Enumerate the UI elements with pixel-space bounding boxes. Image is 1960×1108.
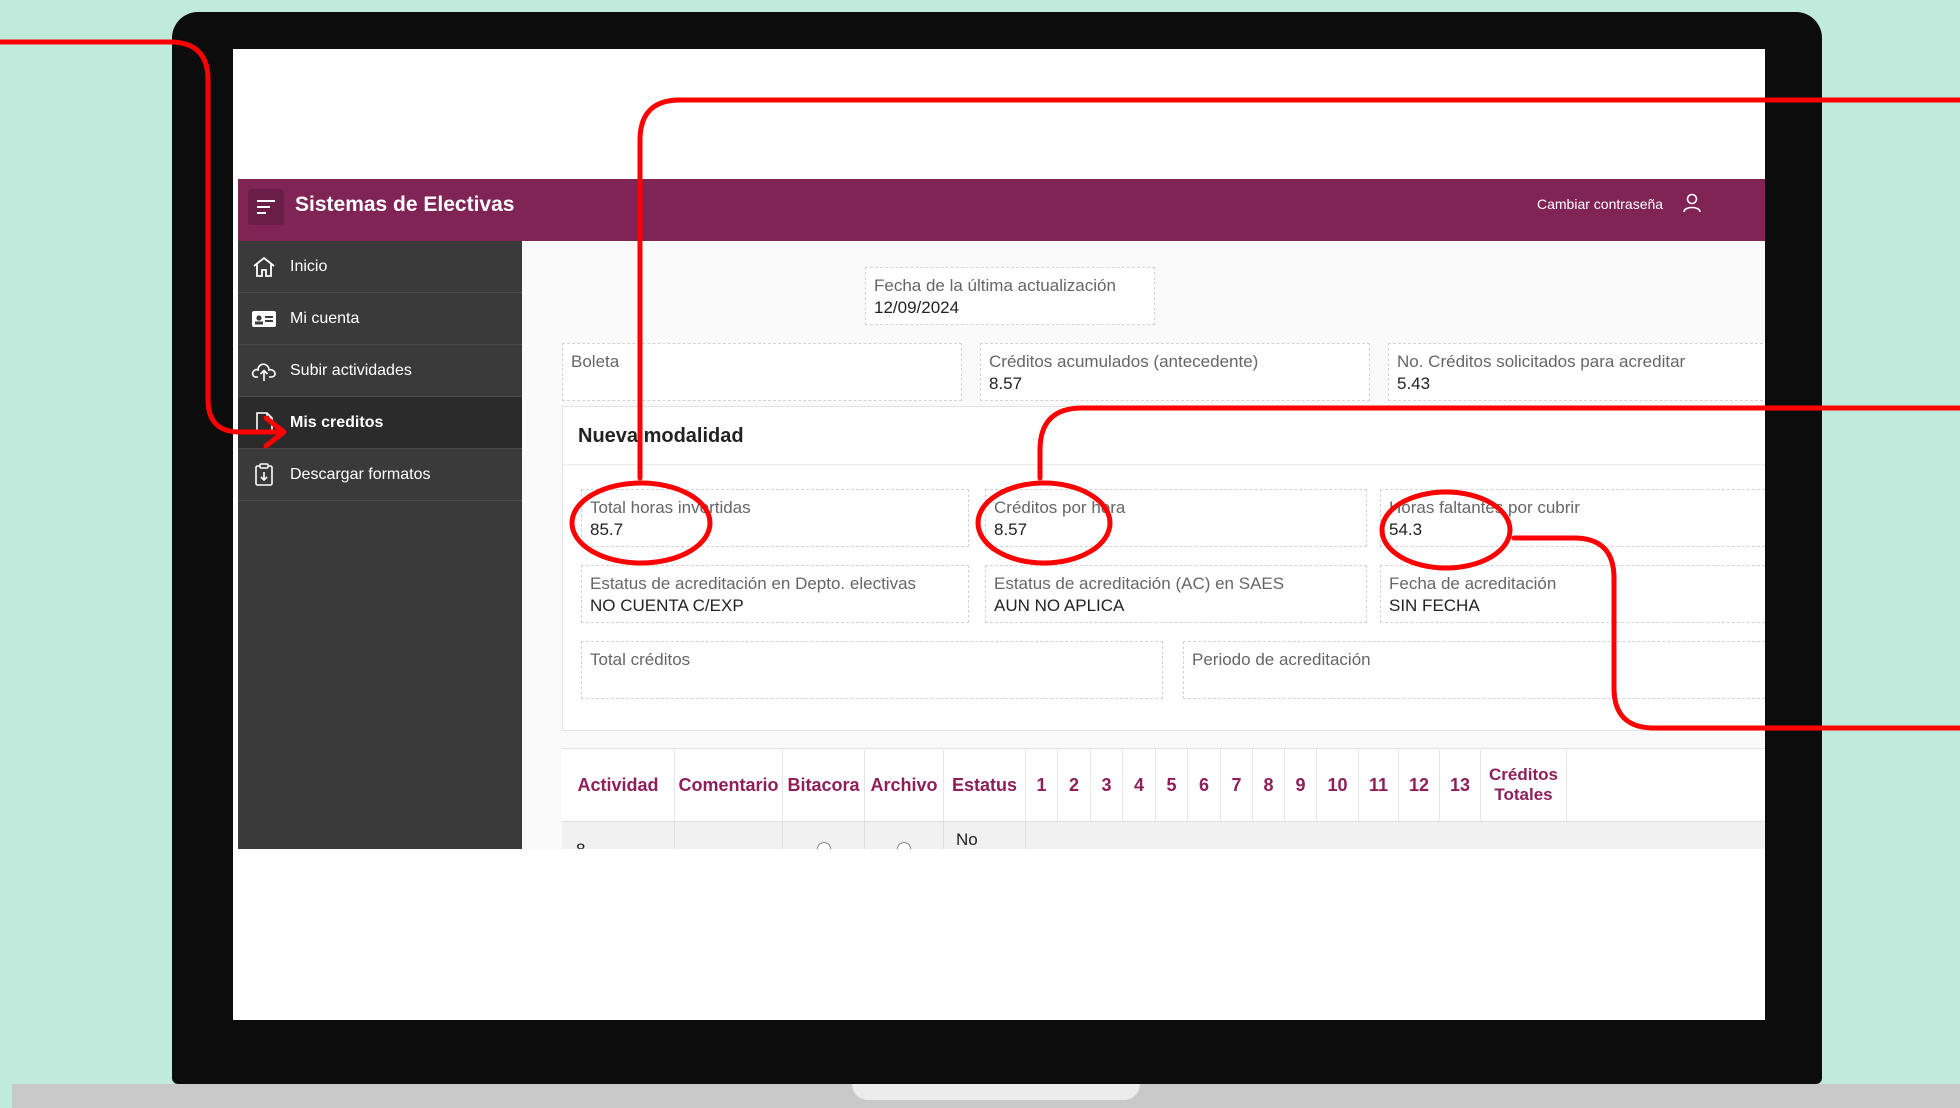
top-bar: Sistemas de Electivas Cambiar contraseña <box>238 179 1765 241</box>
column-header-5[interactable]: 5 <box>1156 749 1188 821</box>
column-header-2[interactable]: 2 <box>1058 749 1091 821</box>
menu-icon <box>257 200 275 202</box>
laptop-screen: Sistemas de Electivas Cambiar contraseña… <box>233 49 1765 1020</box>
sidebar-item-inicio[interactable]: Inicio <box>238 241 522 293</box>
column-header-6[interactable]: 6 <box>1188 749 1221 821</box>
sidebar-item-mi-cuenta[interactable]: Mi cuenta <box>238 293 522 345</box>
menu-icon-line <box>257 206 270 208</box>
menu-button[interactable] <box>248 189 284 225</box>
column-header-3[interactable]: 3 <box>1091 749 1123 821</box>
period-field: Periodo de acreditación <box>1183 641 1765 699</box>
remaining-hours-field: Horas faltantes por cubrir 54.3 <box>1380 489 1765 547</box>
bitacora-radio[interactable] <box>817 842 831 849</box>
table-cell-archivo <box>865 822 944 849</box>
column-header-10[interactable]: 10 <box>1317 749 1359 821</box>
credits-per-hour-value: 8.57 <box>994 520 1028 539</box>
sidebar-item-label: Inicio <box>290 258 328 275</box>
column-header-11[interactable]: 11 <box>1359 749 1399 821</box>
total-hours-value: 85.7 <box>590 520 624 539</box>
home-icon <box>253 256 275 277</box>
accumulated-credits-value: 8.57 <box>989 374 1023 393</box>
table-cell-actividad: 8 <box>562 822 675 849</box>
last-update-label: Fecha de la última actualización <box>874 276 1116 295</box>
total-credits-field: Total créditos <box>581 641 1163 699</box>
sidebar-item-descargar-formatos[interactable]: Descargar formatos <box>238 449 522 501</box>
status-dept-value: NO CUENTA C/EXP <box>590 596 744 615</box>
sidebar-item-label: Descargar formatos <box>290 466 431 483</box>
last-update-field: Fecha de la última actualización 12/09/2… <box>865 267 1155 325</box>
status-dept-field: Estatus de acreditación en Depto. electi… <box>581 565 969 623</box>
sidebar-item-subir-actividades[interactable]: Subir actividades <box>238 345 522 397</box>
accumulated-credits-label: Créditos acumulados (antecedente) <box>989 352 1259 371</box>
accreditation-date-field: Fecha de acreditación SIN FECHA <box>1380 565 1765 623</box>
archivo-radio[interactable] <box>897 842 911 849</box>
table-cell-comentario <box>675 822 783 849</box>
boleta-field: Boleta <box>562 343 962 401</box>
boleta-label: Boleta <box>571 352 620 371</box>
column-header-4[interactable]: 4 <box>1123 749 1156 821</box>
column-header-8[interactable]: 8 <box>1253 749 1285 821</box>
app-title: Sistemas de Electivas <box>295 193 515 216</box>
column-header-1[interactable]: 1 <box>1026 749 1058 821</box>
main-panel: Fecha de la última actualización 12/09/2… <box>522 241 1765 849</box>
column-header-estatus[interactable]: Estatus <box>944 749 1026 821</box>
status-saes-field: Estatus de acreditación (AC) en SAES AUN… <box>985 565 1367 623</box>
total-hours-label: Total horas invertidas <box>590 498 751 517</box>
clipboard-download-icon <box>255 463 273 486</box>
card-header: Nueva modalidad <box>563 407 1765 465</box>
activity-value: 8 <box>576 840 585 849</box>
requested-credits-field: No. Créditos solicitados para acreditar … <box>1388 343 1765 401</box>
status-dept-label: Estatus de acreditación en Depto. electi… <box>590 574 917 593</box>
column-header-comentario[interactable]: Comentario <box>675 749 783 821</box>
sidebar: Inicio Mi cuenta Subir actividades Mis c… <box>238 241 522 849</box>
column-header-bitacora[interactable]: Bitacora <box>783 749 865 821</box>
sidebar-item-label: Subir actividades <box>290 362 412 379</box>
requested-credits-value: 5.43 <box>1397 374 1431 393</box>
menu-icon-line <box>257 212 266 214</box>
id-card-icon <box>252 311 276 327</box>
document-icon <box>256 412 273 434</box>
period-label: Periodo de acreditación <box>1192 650 1371 669</box>
column-header-creditos-totales[interactable]: Créditos Totales <box>1481 749 1567 821</box>
nueva-modalidad-card: Nueva modalidad Total horas invertidas 8… <box>562 406 1765 731</box>
total-hours-field: Total horas invertidas 85.7 <box>581 489 969 547</box>
sidebar-item-label: Mi cuenta <box>290 310 360 327</box>
card-title: Nueva modalidad <box>578 425 744 447</box>
last-update-value: 12/09/2024 <box>874 298 960 317</box>
table-row: 8 No <box>562 821 1765 849</box>
column-header-9[interactable]: 9 <box>1285 749 1317 821</box>
cloud-upload-icon <box>251 363 276 381</box>
total-credits-label: Total créditos <box>590 650 691 669</box>
column-header-archivo[interactable]: Archivo <box>865 749 944 821</box>
column-header-13[interactable]: 13 <box>1440 749 1481 821</box>
table-cell-bitacora <box>783 822 865 849</box>
user-icon[interactable] <box>1681 192 1703 214</box>
credits-table: Actividad Comentario Bitacora Archivo Es… <box>562 748 1765 849</box>
accreditation-date-label: Fecha de acreditación <box>1389 574 1557 593</box>
status-value: No <box>956 830 978 849</box>
change-password-link[interactable]: Cambiar contraseña <box>1537 196 1663 212</box>
remaining-hours-value: 54.3 <box>1389 520 1423 539</box>
table-cell-estatus: No <box>944 822 1026 849</box>
column-header-actividad[interactable]: Actividad <box>562 749 675 821</box>
status-saes-label: Estatus de acreditación (AC) en SAES <box>994 574 1285 593</box>
status-saes-value: AUN NO APLICA <box>994 596 1125 615</box>
accreditation-date-value: SIN FECHA <box>1389 596 1480 615</box>
column-header-7[interactable]: 7 <box>1221 749 1253 821</box>
laptop-notch <box>852 1084 1140 1100</box>
credits-per-hour-label: Créditos por hora <box>994 498 1126 517</box>
requested-credits-label: No. Créditos solicitados para acreditar <box>1397 352 1686 371</box>
credits-per-hour-field: Créditos por hora 8.57 <box>985 489 1367 547</box>
accumulated-credits-field: Créditos acumulados (antecedente) 8.57 <box>980 343 1370 401</box>
sidebar-item-label: Mis creditos <box>290 414 384 431</box>
column-header-12[interactable]: 12 <box>1399 749 1440 821</box>
sidebar-item-mis-creditos[interactable]: Mis creditos <box>238 397 522 449</box>
remaining-hours-label: Horas faltantes por cubrir <box>1389 498 1580 517</box>
main-content: Fecha de la última actualización 12/09/2… <box>522 241 1765 849</box>
app-window: Sistemas de Electivas Cambiar contraseña… <box>238 179 1765 849</box>
